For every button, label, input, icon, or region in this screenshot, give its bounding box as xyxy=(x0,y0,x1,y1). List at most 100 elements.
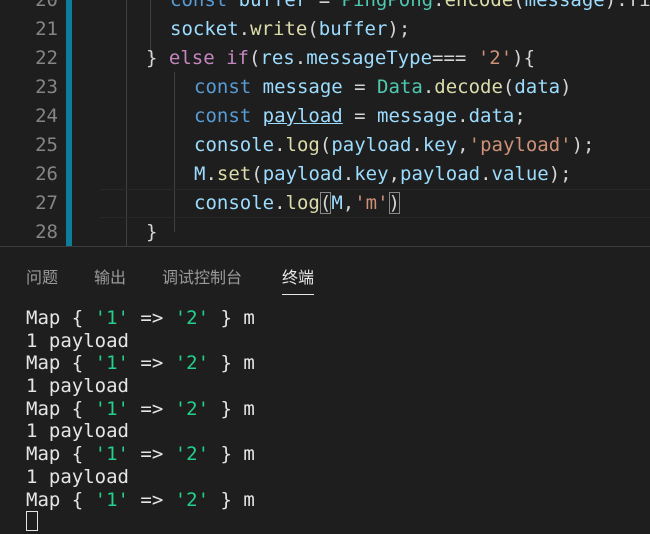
code-token: ( xyxy=(513,0,525,11)
terminal-token: => xyxy=(128,488,175,511)
modified-line-marker xyxy=(66,73,72,102)
code-token: const xyxy=(170,0,239,11)
line-number: 25 xyxy=(35,134,58,156)
terminal-token: '2' xyxy=(174,397,210,420)
code-token: payload xyxy=(331,134,412,156)
code-line[interactable]: 27 console.log(M,'m') xyxy=(0,189,650,218)
code-token: ( xyxy=(319,192,332,214)
code-token: ).fi xyxy=(604,0,650,11)
terminal-line: Map { '1' => '2' } m xyxy=(26,489,646,512)
code-token: decode xyxy=(434,76,503,98)
code-token: console xyxy=(194,192,275,214)
code-token: const xyxy=(194,76,263,98)
code-token: const xyxy=(194,105,263,127)
code-token: 'm' xyxy=(354,192,389,214)
terminal-token: Map { xyxy=(26,352,95,375)
code-token: = xyxy=(307,0,342,11)
code-text: } else if(res.messageType=== '2'){ xyxy=(146,44,535,73)
terminal-output[interactable]: Map { '1' => '2' } m1 payload Map { '1' =… xyxy=(26,307,646,534)
tab-terminal[interactable]: 终端 xyxy=(282,265,315,295)
code-token: console xyxy=(194,134,275,156)
terminal-token: Map { xyxy=(26,397,95,420)
code-line[interactable]: 28} xyxy=(0,218,650,246)
code-token: ); xyxy=(387,18,411,40)
code-token: ( xyxy=(248,47,261,69)
code-token: . xyxy=(411,134,423,156)
terminal-token: '1' xyxy=(94,443,129,466)
code-token: else if xyxy=(168,47,249,69)
tab-label: 输出 xyxy=(94,268,127,287)
modified-line-marker xyxy=(66,102,72,131)
code-text: } xyxy=(146,218,157,246)
code-token: M xyxy=(331,192,343,214)
code-line[interactable]: 24 const payload = message.data; xyxy=(0,102,650,131)
terminal-token: => xyxy=(128,443,175,466)
modified-line-marker xyxy=(66,0,72,15)
terminal-line: Map { '1' => '2' } m xyxy=(26,398,646,421)
code-token: . xyxy=(480,163,492,185)
tab-problems[interactable]: 问题 xyxy=(26,265,58,295)
tab-debug-console[interactable]: 调试控制台 xyxy=(162,265,242,295)
code-token: messageType xyxy=(306,47,433,69)
terminal-token: 1 payload xyxy=(26,375,129,398)
code-token: key xyxy=(354,163,389,185)
code-editor[interactable]: 20 const buffer = PingPong.encode(message… xyxy=(0,0,650,246)
code-token: ( xyxy=(502,76,515,98)
terminal-token: } m xyxy=(209,307,255,329)
code-token: ; xyxy=(514,105,526,127)
terminal-line: 1 payload xyxy=(26,466,646,489)
code-token: key xyxy=(422,134,458,156)
code-line[interactable]: 25 console.log(payload.key,'payload'); xyxy=(0,131,650,160)
terminal-token: '2' xyxy=(174,488,210,511)
code-token: ){ xyxy=(512,47,536,69)
code-token: . xyxy=(422,76,435,98)
code-line[interactable]: 23 const message = Data.decode(data) xyxy=(0,73,650,102)
code-token: . xyxy=(294,47,307,69)
code-token: buffer xyxy=(238,0,308,11)
terminal-token: => xyxy=(128,397,175,420)
code-token: === xyxy=(432,47,478,69)
code-token: ); xyxy=(571,134,595,156)
code-token: buffer xyxy=(318,18,388,40)
terminal-prompt-line[interactable] xyxy=(26,511,646,534)
terminal-token: '1' xyxy=(94,397,129,420)
terminal-token: => xyxy=(128,307,175,329)
tab-label: 终端 xyxy=(282,268,315,287)
terminal-token: '2' xyxy=(174,352,210,375)
code-token: socket xyxy=(170,18,239,40)
code-line[interactable]: 26 M.set(payload.key,payload.value); xyxy=(0,160,650,189)
terminal-line: 1 payload xyxy=(26,420,646,443)
terminal-token: Map { xyxy=(26,443,95,466)
code-token: '2' xyxy=(477,47,513,69)
line-number: 20 xyxy=(35,0,58,11)
code-token: PingPong xyxy=(341,0,434,11)
code-token: payload xyxy=(262,163,343,185)
code-token: . xyxy=(274,134,286,156)
code-token: data xyxy=(468,105,515,127)
terminal-token: '2' xyxy=(174,443,210,466)
code-token: ( xyxy=(307,18,319,40)
code-token: ); xyxy=(548,163,572,185)
terminal-token: } m xyxy=(209,443,255,466)
code-token: log xyxy=(285,134,320,156)
code-token: , xyxy=(457,134,469,156)
code-line[interactable]: 20 const buffer = PingPong.encode(message… xyxy=(0,0,650,15)
modified-line-marker xyxy=(66,218,72,246)
terminal-token: 1 payload xyxy=(26,329,129,352)
code-token: . xyxy=(205,163,217,185)
code-token: payload xyxy=(262,105,343,127)
code-token: message xyxy=(524,0,605,11)
code-token: } xyxy=(146,221,158,243)
code-line[interactable]: 22} else if(res.messageType=== '2'){ xyxy=(0,44,650,73)
code-token: . xyxy=(433,0,445,11)
modified-line-marker xyxy=(66,160,72,189)
tab-output[interactable]: 输出 xyxy=(94,265,126,295)
terminal-cursor xyxy=(26,511,38,532)
terminal-line: 1 payload xyxy=(26,330,646,353)
code-text: const payload = message.data; xyxy=(194,102,526,131)
terminal-token: } m xyxy=(209,488,255,511)
code-line[interactable]: 21 socket.write(buffer); xyxy=(0,15,650,44)
modified-line-marker xyxy=(66,131,72,160)
terminal-token: Map { xyxy=(26,307,95,329)
terminal-token: => xyxy=(128,352,175,375)
